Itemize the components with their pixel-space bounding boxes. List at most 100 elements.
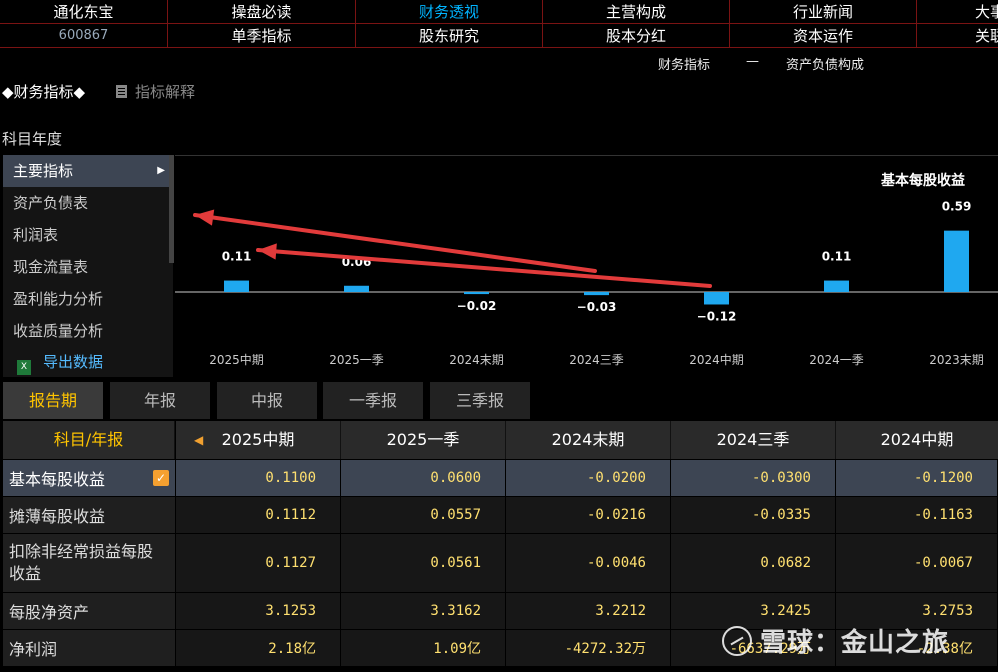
header-col-4[interactable]: 2024中期 bbox=[836, 421, 998, 459]
nav-dashi[interactable]: 大事提醒 bbox=[917, 0, 998, 24]
category-label-5: 2024一季 bbox=[809, 353, 864, 367]
bar-label-5: 0.11 bbox=[822, 250, 852, 264]
nav-ziben[interactable]: 资本运作 bbox=[730, 24, 917, 48]
app-root: 通化东宝 600867 操盘必读 财务透视 主营构成 行业新闻 大事提醒 单季指… bbox=[0, 0, 998, 672]
row-label[interactable]: 扣除非经常损益每股收益 bbox=[3, 534, 175, 593]
export-button[interactable]: X 导出数据 bbox=[3, 347, 173, 377]
category-label-3: 2024三季 bbox=[569, 353, 624, 367]
tab-q3[interactable]: 三季报 bbox=[430, 382, 530, 419]
section-title: ◆财务指标◆ bbox=[2, 83, 86, 101]
tab-annual[interactable]: 年报 bbox=[110, 382, 210, 419]
menu-item-earnings-quality[interactable]: 收益质量分析 bbox=[3, 315, 173, 347]
year-label: 科目年度 bbox=[2, 130, 63, 148]
nav-guben[interactable]: 股本分红 bbox=[543, 24, 730, 48]
table-cell: 0.0561 bbox=[341, 534, 506, 593]
explain-link[interactable]: 指标解释 bbox=[116, 81, 195, 102]
bar-label-4: −0.12 bbox=[697, 309, 737, 323]
nav-hangye[interactable]: 行业新闻 bbox=[730, 0, 917, 24]
top-navigation: 通化东宝 600867 操盘必读 财务透视 主营构成 行业新闻 大事提醒 单季指… bbox=[0, 0, 998, 48]
category-label-4: 2024中期 bbox=[689, 352, 744, 367]
table-cell: 0.0600 bbox=[341, 460, 506, 497]
bar-label-6: 0.59 bbox=[942, 200, 972, 214]
export-label: 导出数据 bbox=[43, 353, 104, 371]
menu-item-profitability[interactable]: 盈利能力分析 bbox=[3, 283, 173, 315]
table-row[interactable]: 摊薄每股收益 0.1112 0.0557 -0.0216 -0.0335 -0.1163 bbox=[3, 497, 998, 534]
red-arrow-top-head bbox=[195, 209, 215, 226]
row-label[interactable]: 每股净资产 bbox=[3, 593, 175, 630]
table-cell: -0.0216 bbox=[506, 497, 671, 534]
snowball-logo-icon bbox=[722, 626, 752, 656]
table-cell: -4272.32万 bbox=[506, 630, 671, 667]
subhead-finance[interactable]: 财务指标 bbox=[658, 54, 710, 73]
table-cell: 0.1100 bbox=[176, 460, 341, 497]
tab-interim[interactable]: 中报 bbox=[217, 382, 317, 419]
subhead-dash: — bbox=[746, 54, 759, 69]
document-icon bbox=[116, 85, 127, 98]
eps-chart: 基本每股收益 0.11 2025中期 0.06 2025一季 −0.02 2024末期 −0.… bbox=[175, 155, 998, 380]
table-cell: -0.0335 bbox=[671, 497, 836, 534]
nav-guanlian[interactable]: 关联个股 bbox=[917, 24, 998, 48]
nav-danji[interactable]: 单季指标 bbox=[168, 24, 356, 48]
row-label-text: 净利润 bbox=[9, 640, 58, 659]
explain-label: 指标解释 bbox=[135, 83, 196, 101]
table-cell: 0.0557 bbox=[341, 497, 506, 534]
table-cell: -0.0046 bbox=[506, 534, 671, 593]
table-cell: 3.2212 bbox=[506, 593, 671, 630]
menu-item-main[interactable]: 主要指标 bbox=[3, 155, 173, 187]
nav-gudong[interactable]: 股东研究 bbox=[356, 24, 543, 48]
stock-code: 600867 bbox=[0, 24, 168, 48]
category-label-6: 2023末期 bbox=[929, 353, 984, 367]
left-arrow-icon[interactable]: ◀ bbox=[194, 421, 203, 459]
table-cell: -0.0200 bbox=[506, 460, 671, 497]
excel-icon: X bbox=[17, 360, 31, 375]
menu-scrollbar[interactable] bbox=[169, 155, 174, 263]
header-col-3[interactable]: 2024三季 bbox=[671, 421, 836, 459]
bar-5 bbox=[824, 280, 849, 292]
header-col-2[interactable]: 2024末期 bbox=[506, 421, 671, 459]
table-cell: -0.0067 bbox=[836, 534, 998, 593]
header-subject: 科目/年报 bbox=[3, 421, 175, 459]
nav-caopan[interactable]: 操盘必读 bbox=[168, 0, 356, 24]
header-col-1[interactable]: 2025一季 bbox=[341, 421, 506, 459]
table-cell: -0.1200 bbox=[836, 460, 998, 497]
chart-title: 基本每股收益 bbox=[881, 172, 965, 189]
header-col-0[interactable]: ◀ 2025中期 bbox=[176, 421, 341, 459]
row-label[interactable]: 净利润 bbox=[3, 630, 175, 667]
table-cell: 0.0682 bbox=[671, 534, 836, 593]
row-label-text: 基本每股收益 bbox=[9, 470, 106, 489]
side-menu: 主要指标 资产负债表 利润表 现金流量表 盈利能力分析 收益质量分析 X 导出数据 bbox=[3, 155, 173, 377]
table-row[interactable]: 扣除非经常损益每股收益 0.1127 0.0561 -0.0046 0.0682 -0.0… bbox=[3, 534, 998, 593]
checkbox-checked-icon[interactable]: ✓ bbox=[153, 470, 169, 486]
category-label-2: 2024末期 bbox=[449, 353, 504, 367]
table-cell: 0.1112 bbox=[176, 497, 341, 534]
bar-0 bbox=[224, 280, 249, 292]
table-cell: 0.1127 bbox=[176, 534, 341, 593]
table-row[interactable]: 基本每股收益 ✓ 0.1100 0.0600 -0.0200 -0.0300 -0.1200 bbox=[3, 460, 998, 497]
bar-label-2: −0.02 bbox=[457, 299, 497, 313]
menu-item-balance[interactable]: 资产负债表 bbox=[3, 187, 173, 219]
bar-label-3: −0.03 bbox=[577, 300, 617, 314]
nav-zhuying[interactable]: 主营构成 bbox=[543, 0, 730, 24]
table-cell: 3.3162 bbox=[341, 593, 506, 630]
header-col-0-label: 2025中期 bbox=[221, 430, 295, 449]
bar-label-0: 0.11 bbox=[222, 250, 252, 264]
nav-caiwu[interactable]: 财务透视 bbox=[356, 0, 543, 24]
row-label-text: 扣除非经常损益每股收益 bbox=[9, 542, 154, 583]
row-label[interactable]: 摊薄每股收益 bbox=[3, 497, 175, 534]
bar-2 bbox=[464, 292, 489, 295]
bar-1 bbox=[344, 285, 369, 292]
menu-item-cashflow[interactable]: 现金流量表 bbox=[3, 251, 173, 283]
tab-report-period[interactable]: 报告期 bbox=[3, 382, 103, 419]
category-label-1: 2025一季 bbox=[329, 353, 384, 367]
table-cell: -0.0300 bbox=[671, 460, 836, 497]
table-cell: 1.09亿 bbox=[341, 630, 506, 667]
table-cell: 2.18亿 bbox=[176, 630, 341, 667]
subhead-balance[interactable]: 资产负债构成 bbox=[786, 54, 864, 73]
row-label-text: 每股净资产 bbox=[9, 603, 90, 622]
row-label[interactable]: 基本每股收益 ✓ bbox=[3, 460, 175, 497]
stock-name[interactable]: 通化东宝 bbox=[0, 0, 168, 24]
bar-3 bbox=[584, 292, 609, 296]
tab-q1[interactable]: 一季报 bbox=[323, 382, 423, 419]
watermark: 雪球：金山之旅 bbox=[722, 622, 949, 659]
menu-item-income[interactable]: 利润表 bbox=[3, 219, 173, 251]
